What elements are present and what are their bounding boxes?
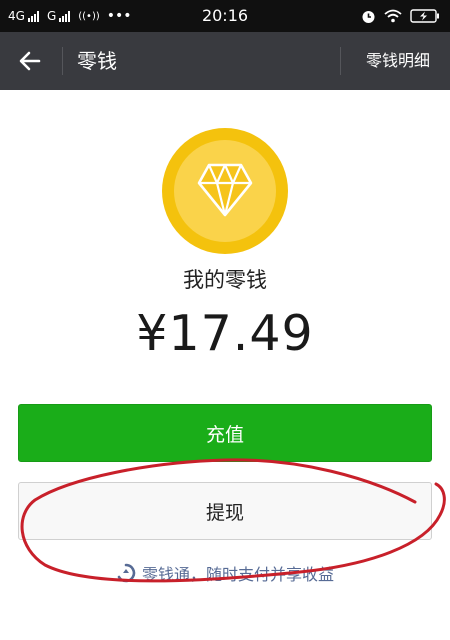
lingqiantong-link[interactable]: 零钱通，随时支付并享收益 — [0, 560, 450, 586]
balance-details-link[interactable]: 零钱明细 — [366, 32, 430, 90]
wifi-icon — [384, 9, 402, 23]
lingqiantong-text: 零钱通，随时支付并享收益 — [141, 565, 334, 584]
battery-charging-icon — [410, 9, 439, 23]
page-title: 零钱 — [77, 49, 117, 73]
status-bar: 4G G ((•)) ••• 20:16 — [0, 0, 450, 32]
nav-divider — [340, 47, 341, 75]
lingqiantong-icon — [117, 563, 136, 583]
withdraw-button[interactable]: 提现 — [18, 482, 432, 540]
nav-divider — [62, 47, 63, 75]
status-icons — [361, 0, 440, 32]
balance-amount: ¥17.49 — [136, 305, 314, 362]
navigation-bar: 零钱 零钱明细 — [0, 32, 450, 90]
diamond-coin-icon — [161, 127, 289, 259]
back-button[interactable] — [14, 46, 46, 76]
wallet-label: 我的零钱 — [183, 268, 267, 292]
arrow-left-icon — [19, 51, 41, 71]
recharge-button[interactable]: 充值 — [18, 404, 432, 462]
alarm-clock-icon — [362, 10, 375, 23]
